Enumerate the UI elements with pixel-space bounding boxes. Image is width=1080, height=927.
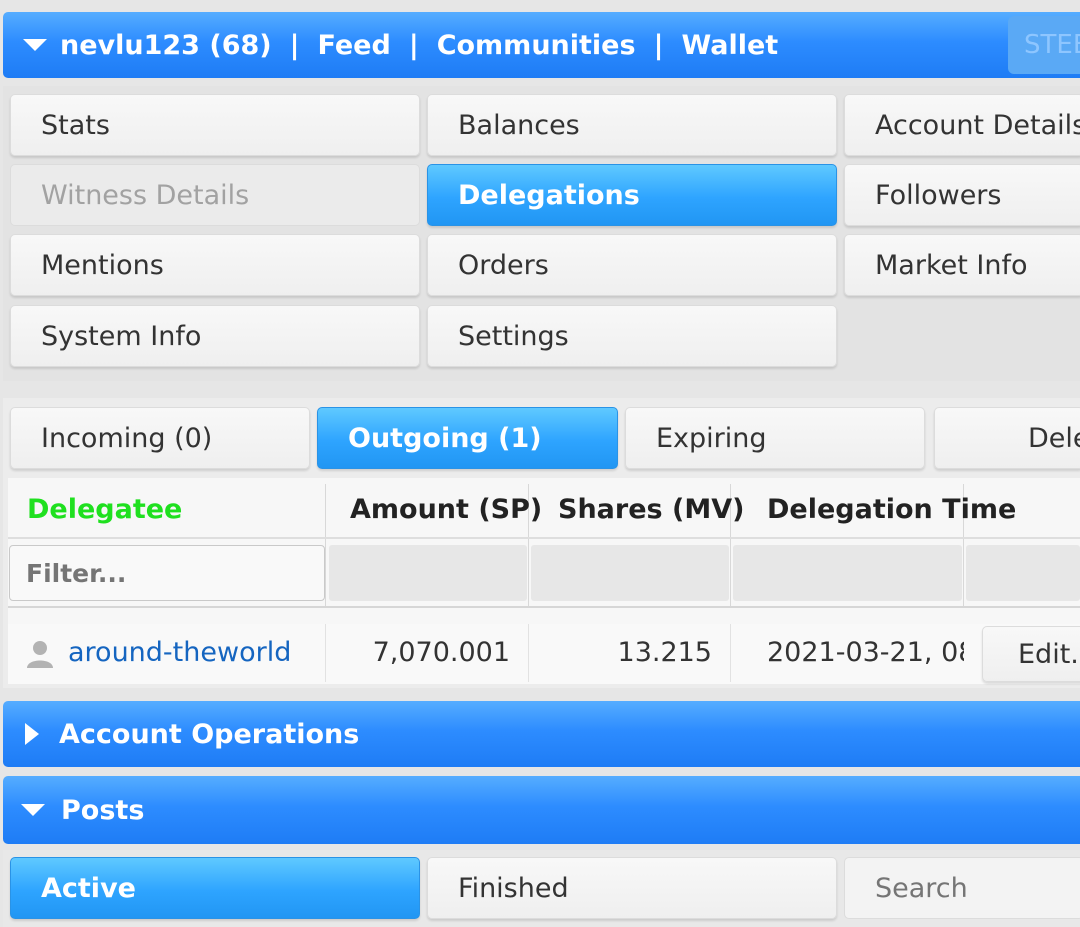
tab-label: Expiring — [656, 422, 767, 454]
tab-expiring[interactable]: Expiring — [625, 407, 925, 469]
menu-label: Balances — [458, 109, 580, 141]
tab-outgoing[interactable]: Outgoing (1) — [317, 407, 618, 469]
menu-label: Delegations — [458, 179, 640, 211]
menu-system-info[interactable]: System Info — [10, 305, 420, 367]
posts-search-input[interactable] — [844, 857, 1080, 919]
user-avatar-icon — [27, 641, 53, 668]
edit-button[interactable]: Edit... — [982, 626, 1080, 682]
filter-cell — [966, 545, 1080, 601]
filter-underline — [8, 606, 1080, 608]
tab-delegate[interactable]: Dele — [934, 407, 1080, 469]
delegation-time-cell: 2021-03-21, 08: — [767, 637, 964, 668]
menu-label: Stats — [41, 109, 110, 141]
header-delegation-time[interactable]: Delegation Time — [767, 494, 1016, 525]
column-divider — [528, 624, 529, 682]
steem-dropdown-button[interactable]: STEE — [1008, 16, 1080, 74]
steem-label: STEE — [1024, 30, 1080, 60]
menu-witness-details: Witness Details — [10, 164, 420, 226]
posts-bar[interactable]: Posts — [3, 776, 1080, 844]
amount-cell: 7,070.001 — [372, 637, 510, 668]
nav-separator: | — [289, 29, 300, 61]
column-divider — [325, 484, 326, 608]
collapse-triangle-icon — [21, 804, 45, 816]
column-divider — [325, 624, 326, 682]
menu-label: Market Info — [875, 249, 1028, 281]
posts-tab-active[interactable]: Active — [10, 857, 420, 919]
nav-separator: | — [408, 29, 419, 61]
tab-label: Finished — [458, 872, 569, 904]
menu-balances[interactable]: Balances — [427, 94, 837, 156]
filter-cell — [733, 545, 962, 601]
posts-tab-finished[interactable]: Finished — [427, 857, 837, 919]
user-link[interactable]: nevlu123 (68) — [60, 30, 272, 61]
tab-label: Dele — [1028, 422, 1080, 454]
menu-label: Account Details — [875, 109, 1080, 141]
menu-label: Witness Details — [41, 179, 250, 211]
menu-stats[interactable]: Stats — [10, 94, 420, 156]
menu-label: Followers — [875, 179, 1002, 211]
tab-incoming[interactable]: Incoming (0) — [10, 407, 310, 469]
collapse-triangle-icon[interactable] — [23, 39, 47, 51]
filter-cell — [329, 545, 527, 601]
menu-market-info[interactable]: Market Info — [844, 234, 1080, 296]
menu-label: Settings — [458, 320, 569, 352]
menu-orders[interactable]: Orders — [427, 234, 837, 296]
expand-triangle-icon — [25, 723, 39, 745]
header-underline — [8, 537, 1080, 539]
menu-followers[interactable]: Followers — [844, 164, 1080, 226]
menu-label: Mentions — [41, 249, 164, 281]
tab-label: Outgoing (1) — [348, 422, 542, 454]
column-divider — [730, 624, 731, 682]
menu-account-details[interactable]: Account Details — [844, 94, 1080, 156]
nav-separator: | — [653, 29, 664, 61]
filter-input[interactable] — [9, 545, 325, 601]
shares-cell: 13.215 — [617, 637, 712, 668]
tab-label: Incoming (0) — [41, 422, 213, 454]
top-nav-bar: nevlu123 (68) | Feed | Communities | Wal… — [3, 12, 1080, 78]
header-amount[interactable]: Amount (SP) — [350, 494, 542, 525]
menu-settings[interactable]: Settings — [427, 305, 837, 367]
header-shares[interactable]: Shares (MV) — [558, 494, 744, 525]
wallet-link[interactable]: Wallet — [681, 30, 778, 61]
header-delegatee[interactable]: Delegatee — [27, 494, 182, 525]
menu-mentions[interactable]: Mentions — [10, 234, 420, 296]
menu-label: Orders — [458, 249, 549, 281]
filter-cell — [531, 545, 729, 601]
posts-title: Posts — [61, 794, 145, 826]
edit-label: Edit... — [1018, 638, 1080, 670]
tab-label: Active — [41, 872, 136, 904]
menu-label: System Info — [41, 320, 202, 352]
feed-link[interactable]: Feed — [318, 30, 391, 61]
account-operations-title: Account Operations — [59, 718, 360, 750]
delegatee-link[interactable]: around-theworld — [68, 637, 291, 668]
communities-link[interactable]: Communities — [437, 30, 636, 61]
menu-delegations[interactable]: Delegations — [427, 164, 837, 226]
account-operations-bar[interactable]: Account Operations — [3, 701, 1080, 767]
